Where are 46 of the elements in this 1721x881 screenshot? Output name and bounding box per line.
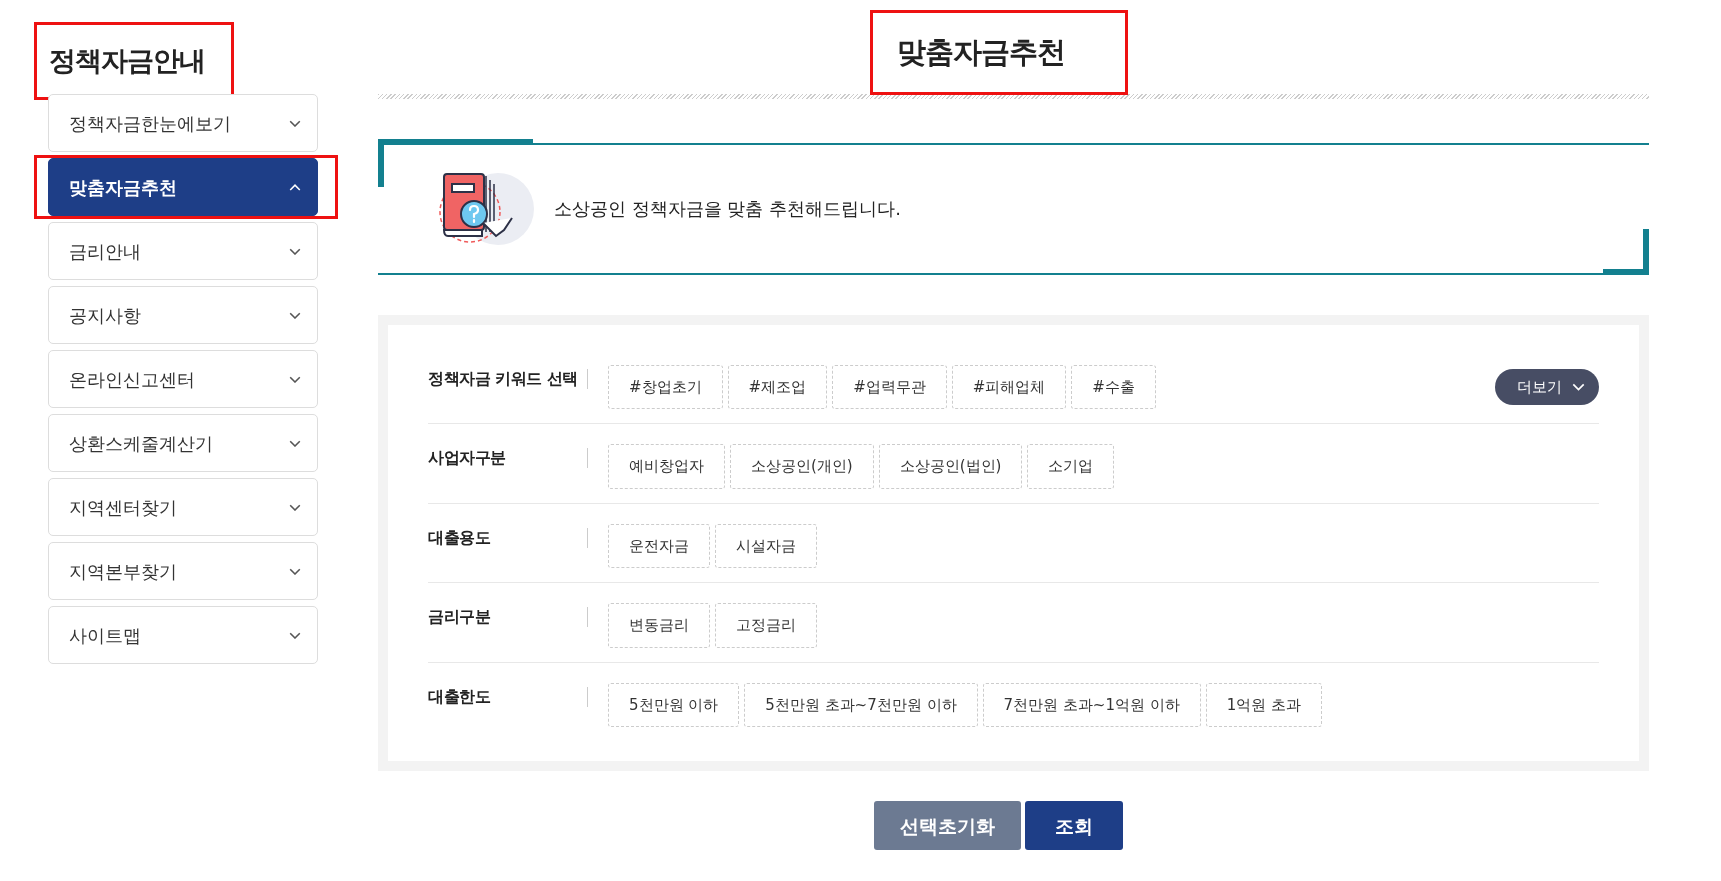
chevron-down-icon (289, 631, 301, 639)
sidebar-item[interactable]: 공지사항 (48, 286, 318, 345)
filter-option[interactable]: 소상공인(개인) (730, 444, 874, 489)
filter-option[interactable]: 운전자금 (608, 523, 710, 569)
filter-label: 금리구분 (428, 606, 491, 629)
filter-label: 정책자금 키워드 선택 (428, 367, 579, 390)
chevron-up-icon (289, 183, 301, 191)
filter-option[interactable]: 5천만원 초과~7천만원 이하 (744, 682, 978, 728)
filter-label: 대출용도 (428, 526, 491, 549)
chevron-down-icon (289, 311, 301, 319)
filter-label: 대출한도 (428, 685, 491, 708)
filter-option[interactable]: 소상공인(법인) (878, 444, 1023, 489)
sidebar-item[interactable]: 지역본부찾기 (48, 542, 318, 601)
chevron-down-icon (289, 119, 301, 127)
chevron-down-icon (289, 439, 301, 447)
filter-option[interactable]: 고정금리 (715, 603, 817, 648)
filter-option[interactable]: #수출 (1071, 364, 1156, 410)
filter-option[interactable]: 1억원 초과 (1205, 682, 1323, 728)
sidebar-item[interactable]: 지역센터찾기 (48, 478, 318, 537)
banner-text: 소상공인 정책자금을 맞춤 추천해드립니다. (554, 197, 901, 222)
sidebar-item[interactable]: 금리안내 (48, 222, 318, 281)
sidebar-item[interactable]: 정책자금한눈에보기 (48, 94, 318, 153)
filter-option[interactable]: #업력무관 (832, 364, 947, 410)
sidebar-item[interactable]: 맞춤자금추천 (48, 158, 318, 217)
filter-option[interactable]: 시설자금 (715, 523, 817, 569)
more-button[interactable]: 더보기 (1495, 368, 1599, 406)
sidebar-item[interactable]: 온라인신고센터 (48, 350, 318, 409)
filter-label: 사업자구분 (428, 447, 507, 470)
page-title: 맞춤자금추천 (869, 10, 1128, 95)
chevron-down-icon (1572, 383, 1585, 391)
filter-option[interactable]: #창업초기 (608, 364, 723, 410)
reset-button[interactable]: 선택초기화 (874, 801, 1021, 851)
sidebar-item[interactable]: 상환스케줄계산기 (48, 414, 318, 473)
filter-option[interactable]: #피해업체 (951, 364, 1067, 410)
filter-option[interactable]: 5천만원 이하 (608, 682, 740, 728)
chevron-down-icon (289, 247, 301, 255)
search-button[interactable]: 조회 (1025, 801, 1123, 851)
filter-option[interactable]: 소기업 (1027, 444, 1115, 489)
sidebar-item[interactable]: 사이트맵 (48, 606, 318, 665)
chevron-down-icon (289, 503, 301, 511)
filter-option[interactable]: 변동금리 (608, 603, 710, 648)
filter-option[interactable]: #제조업 (727, 364, 828, 410)
filter-option[interactable]: 예비창업자 (608, 444, 725, 489)
chevron-down-icon (289, 375, 301, 383)
filter-option[interactable]: 7천만원 초과~1억원 이하 (982, 682, 1201, 728)
chevron-down-icon (289, 567, 301, 575)
